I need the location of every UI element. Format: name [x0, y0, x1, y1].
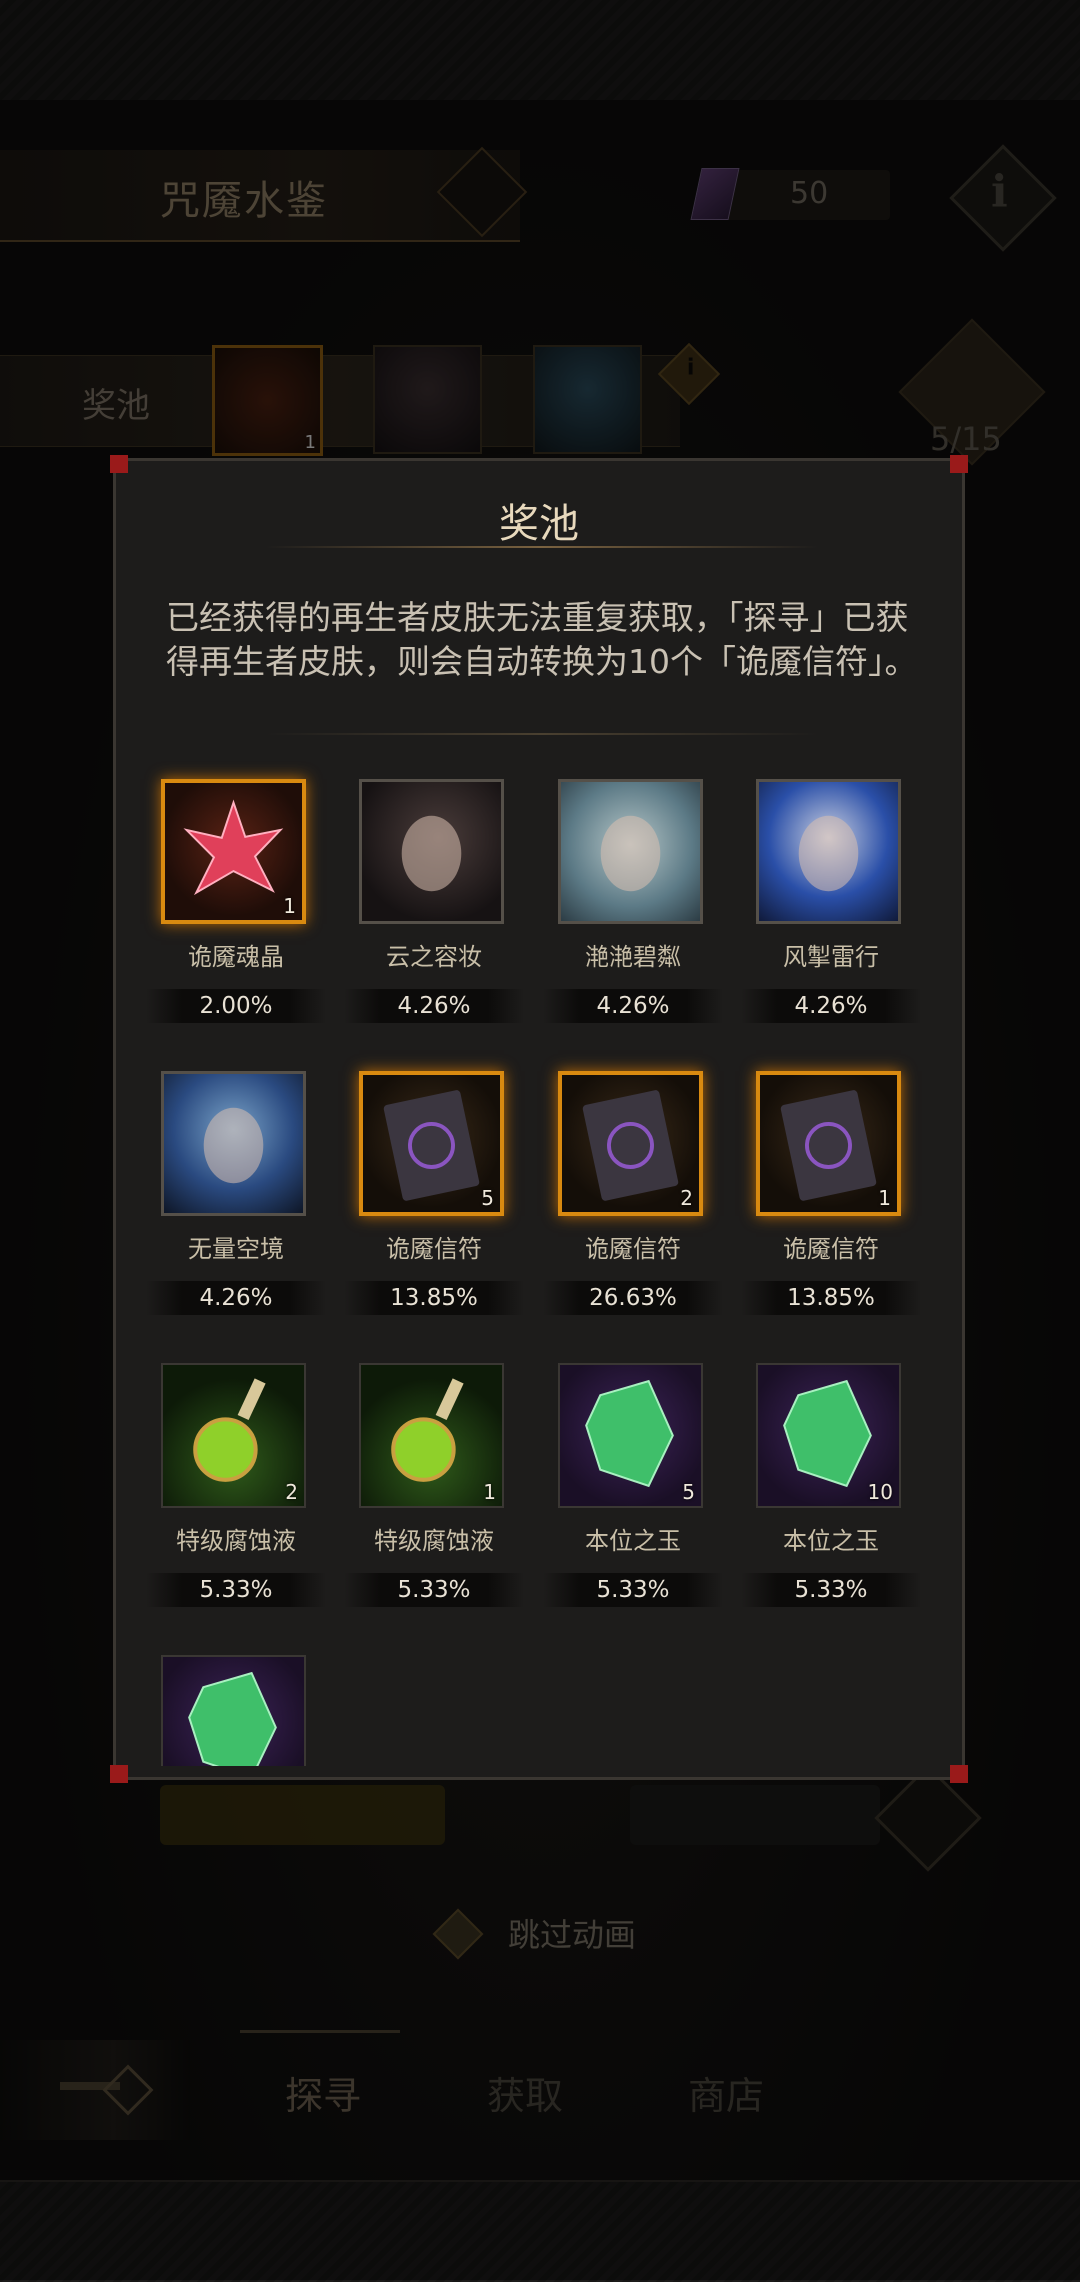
reward-qty: 1 [283, 894, 296, 918]
jade-gem-icon[interactable]: 10 [756, 1363, 901, 1508]
reward-item[interactable]: 风掣雷行 4.26% [741, 779, 921, 1029]
reward-item[interactable]: 1 诡魇魂晶 2.00% [146, 779, 326, 1029]
reward-rate: 5.33% [146, 1573, 326, 1607]
reward-item[interactable]: 1 特级腐蚀液 5.33% [344, 1363, 524, 1613]
reward-item[interactable]: 10 本位之玉 5.33% [741, 1363, 921, 1613]
reward-name: 特级腐蚀液 [374, 1527, 494, 1555]
reward-qty: 1 [878, 1186, 891, 1210]
jade-gem-icon[interactable]: 5 [558, 1363, 703, 1508]
crystal-star-icon[interactable]: 1 [161, 779, 306, 924]
reward-name: 滟滟碧粼 [585, 943, 681, 971]
reward-item[interactable]: 2 诡魇信符 26.63% [543, 1071, 723, 1321]
dialog-description: 已经获得的再生者皮肤无法重复获取，「探寻」已获得再生者皮肤，则会自动转换为10个… [166, 598, 918, 681]
reward-item[interactable]: 云之容妆 4.26% [344, 779, 524, 1029]
sigil-card-icon[interactable]: 5 [359, 1071, 504, 1216]
corner-ornament [950, 455, 968, 473]
reward-rate: 5.33% [741, 1573, 921, 1607]
reward-name: 诡魇信符 [386, 1235, 482, 1263]
reward-name: 诡魇信符 [585, 1235, 681, 1263]
reward-name: 无量空境 [188, 1235, 284, 1263]
reward-item[interactable]: 5 本位之玉 5.33% [543, 1363, 723, 1613]
reward-rate: 26.63% [543, 1281, 723, 1315]
reward-rate: 4.26% [741, 989, 921, 1023]
reward-qty: 2 [285, 1480, 298, 1504]
reward-rate: 5.33% [344, 1573, 524, 1607]
title-divider [266, 546, 818, 548]
sigil-card-icon[interactable]: 1 [756, 1071, 901, 1216]
skin-portrait-icon[interactable] [558, 779, 703, 924]
reward-rate: 4.26% [146, 1281, 326, 1315]
skin-portrait-icon[interactable] [756, 779, 901, 924]
reward-qty: 2 [680, 1186, 693, 1210]
reward-grid[interactable]: 1 诡魇魂晶 2.00% 云之容妆 4.26% 滟滟碧粼 4.26% 风掣雷行 4.26% 无量空… [116, 761, 962, 1766]
reward-name: 本位之玉 [783, 1527, 879, 1555]
skin-portrait-icon[interactable] [359, 779, 504, 924]
reward-item[interactable]: 5 诡魇信符 13.85% [344, 1071, 524, 1321]
reward-name: 诡魇魂晶 [188, 943, 284, 971]
corner-ornament [110, 1765, 128, 1783]
reward-item[interactable] [146, 1655, 316, 1766]
reward-name: 云之容妆 [386, 943, 482, 971]
text-divider [266, 733, 818, 735]
reward-qty: 1 [483, 1480, 496, 1504]
dialog-title: 奖池 [499, 501, 579, 547]
corner-ornament [950, 1765, 968, 1783]
reward-qty: 10 [867, 1480, 893, 1504]
reward-name: 特级腐蚀液 [176, 1527, 296, 1555]
reward-rate: 4.26% [543, 989, 723, 1023]
reward-name: 风掣雷行 [783, 943, 879, 971]
reward-qty: 5 [481, 1186, 494, 1210]
reward-rate: 13.85% [741, 1281, 921, 1315]
reward-rate: 5.33% [543, 1573, 723, 1607]
potion-bottle-icon[interactable]: 1 [359, 1363, 504, 1508]
corner-ornament [110, 455, 128, 473]
reward-item[interactable]: 2 特级腐蚀液 5.33% [146, 1363, 326, 1613]
sigil-card-icon[interactable]: 2 [558, 1071, 703, 1216]
reward-name: 本位之玉 [585, 1527, 681, 1555]
reward-item[interactable]: 无量空境 4.26% [146, 1071, 326, 1321]
reward-qty: 5 [682, 1480, 695, 1504]
reward-rate: 4.26% [344, 989, 524, 1023]
reward-rate: 2.00% [146, 989, 326, 1023]
reward-name: 诡魇信符 [783, 1235, 879, 1263]
prize-pool-dialog: 奖池 已经获得的再生者皮肤无法重复获取，「探寻」已获得再生者皮肤，则会自动转换为… [110, 455, 968, 1783]
reward-rate: 13.85% [344, 1281, 524, 1315]
reward-item[interactable]: 1 诡魇信符 13.85% [741, 1071, 921, 1321]
potion-bottle-icon[interactable]: 2 [161, 1363, 306, 1508]
jade-gem-icon[interactable] [161, 1655, 306, 1766]
skin-portrait-icon[interactable] [161, 1071, 306, 1216]
reward-item[interactable]: 滟滟碧粼 4.26% [543, 779, 723, 1029]
